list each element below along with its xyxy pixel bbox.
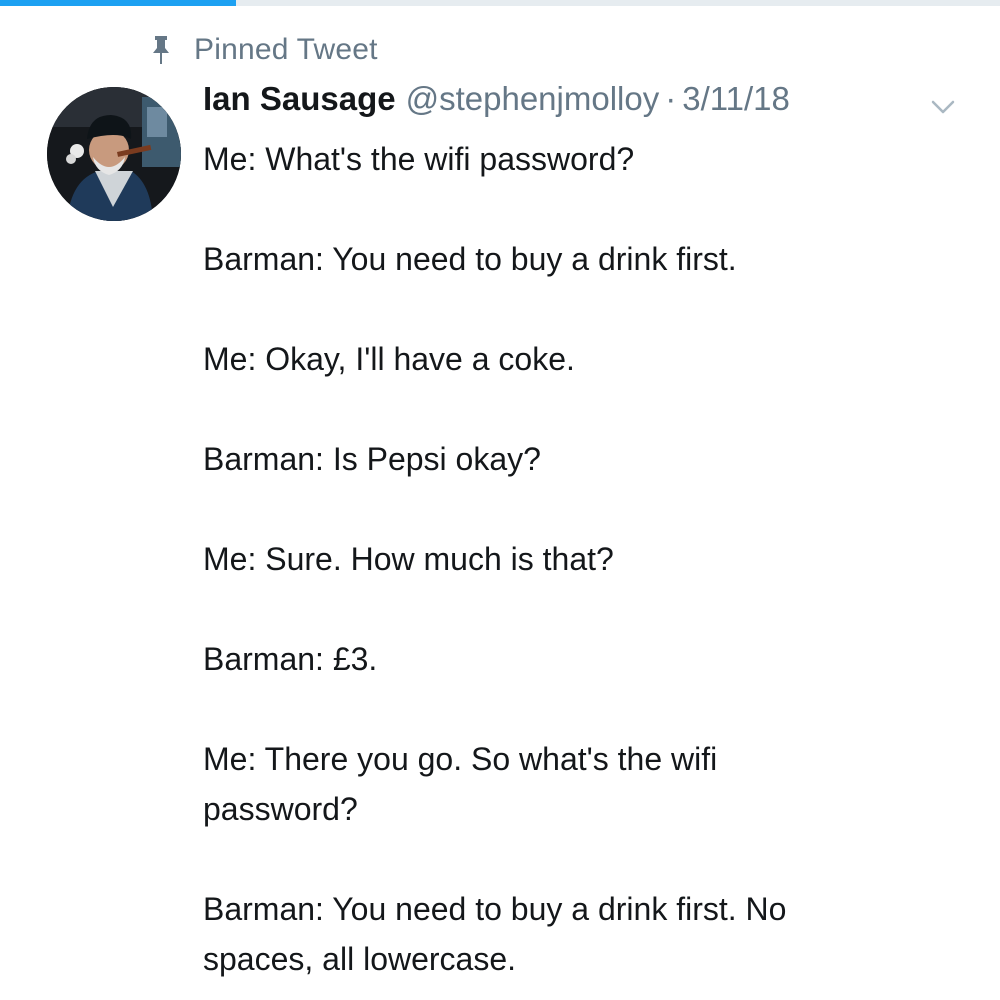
- pinned-tweet-row: Pinned Tweet: [150, 30, 378, 70]
- tweet-header: Ian Sausage @stephenjmolloy · 3/11/18: [203, 80, 973, 134]
- tweet-line: Barman: £3.: [203, 641, 378, 677]
- tweet-date[interactable]: 3/11/18: [682, 80, 790, 118]
- tweet-text: Me: What's the wifi password? Barman: You…: [203, 134, 973, 984]
- tweet-paragraph: Barman: Is Pepsi okay?: [203, 434, 973, 484]
- chevron-down-icon[interactable]: [923, 90, 963, 124]
- tweet-paragraph: Me: Sure. How much is that?: [203, 534, 973, 584]
- tweet-line: Me: Sure. How much is that?: [203, 541, 614, 577]
- tweet-body: Ian Sausage @stephenjmolloy · 3/11/18 Me…: [203, 80, 973, 984]
- tweet-line: Me: What's the wifi password?: [203, 141, 635, 177]
- pinned-tweet-label: Pinned Tweet: [194, 33, 378, 66]
- author-handle[interactable]: @stephenjmolloy: [406, 80, 660, 118]
- tweet-paragraph: Barman: £3.: [203, 634, 973, 684]
- tweet-screenshot: Pinned Tweet Ian Sausage @stephenjmolloy…: [0, 0, 1000, 1000]
- tweet-line: Me: There you go. So what's the wifi: [203, 741, 718, 777]
- tweet-paragraph: Barman: You need to buy a drink first. N…: [203, 884, 973, 984]
- avatar[interactable]: [47, 87, 181, 221]
- header-separator: ·: [665, 80, 677, 117]
- tweet-line: Barman: You need to buy a drink first. N…: [203, 891, 787, 927]
- tweet-paragraph: Me: What's the wifi password?: [203, 134, 973, 184]
- tweet-paragraph: Barman: You need to buy a drink first.: [203, 234, 973, 284]
- tweet-line: spaces, all lowercase.: [203, 941, 517, 977]
- tweet-line: Barman: Is Pepsi okay?: [203, 441, 541, 477]
- tweet-paragraph: Me: There you go. So what's the wifi pass…: [203, 734, 973, 834]
- avatar-image: [47, 87, 181, 221]
- tweet-line: password?: [203, 791, 358, 827]
- author-name[interactable]: Ian Sausage: [203, 80, 396, 118]
- tab-indicator: [0, 0, 236, 6]
- pin-icon: [153, 36, 169, 64]
- tweet-line: Barman: You need to buy a drink first.: [203, 241, 737, 277]
- tweet-line: Me: Okay, I'll have a coke.: [203, 341, 575, 377]
- tweet-paragraph: Me: Okay, I'll have a coke.: [203, 334, 973, 384]
